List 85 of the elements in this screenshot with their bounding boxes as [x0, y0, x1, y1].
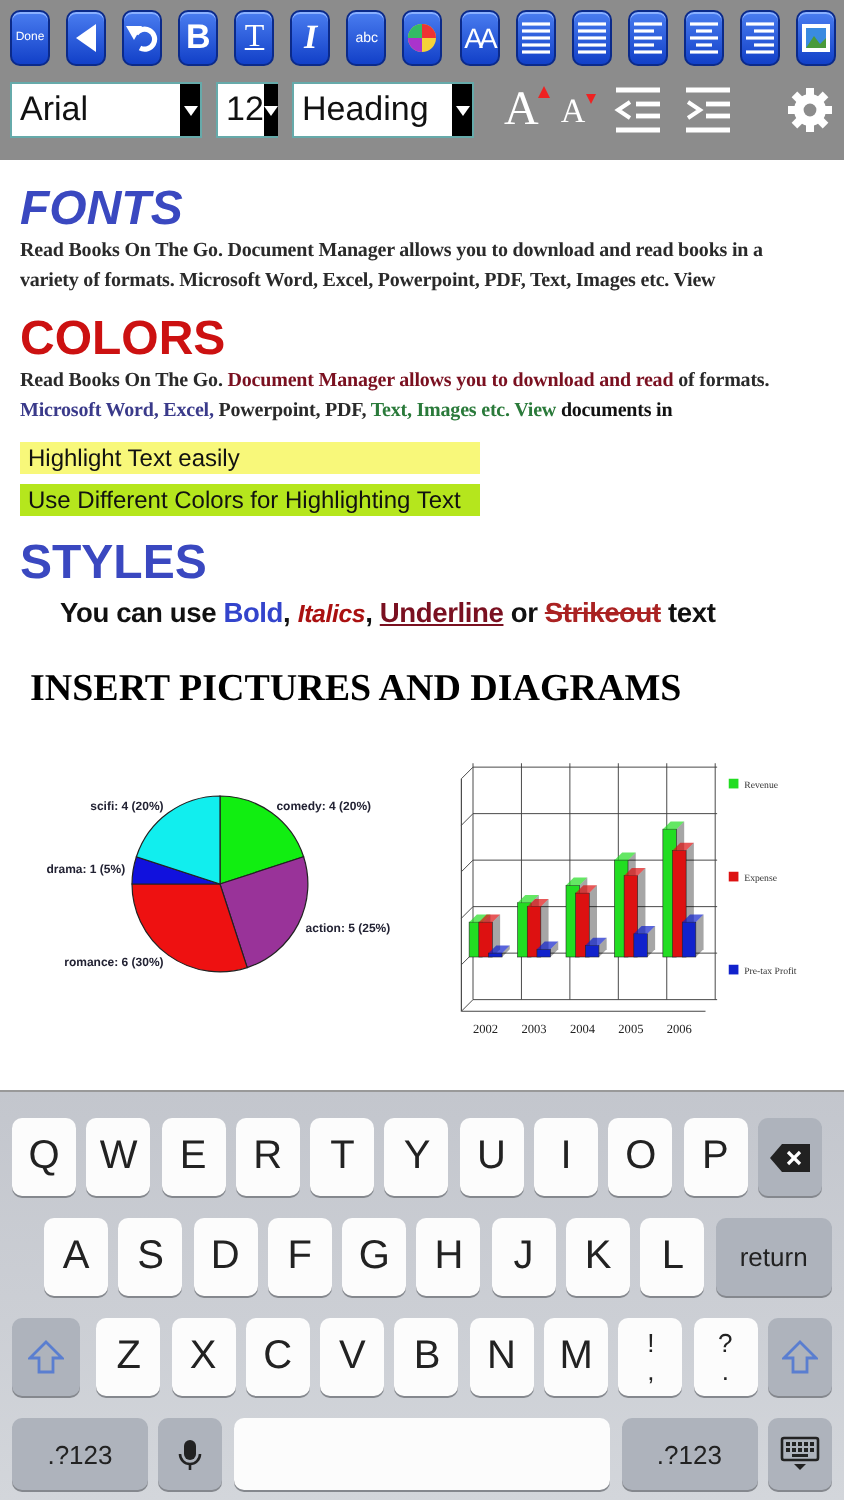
numbers-key[interactable]: .?123: [621, 1418, 758, 1490]
style-dropdown[interactable]: Heading: [292, 82, 474, 138]
section-heading: COLORS: [20, 312, 228, 366]
dropdown-arrow-icon: [263, 105, 278, 115]
align-right-button[interactable]: [739, 10, 780, 66]
dropdown-arrow-icon: [455, 105, 469, 115]
keyboard-key[interactable]: E: [161, 1118, 226, 1196]
keyboard-key[interactable]: P: [683, 1118, 748, 1196]
color-button[interactable]: [402, 10, 443, 66]
keyboard-key[interactable]: H: [416, 1218, 481, 1296]
bold-button[interactable]: B: [178, 10, 219, 66]
dropdown-arrow-icon: [183, 105, 197, 115]
backspace-key[interactable]: [757, 1118, 822, 1196]
keyboard-key[interactable]: I: [534, 1118, 599, 1196]
underline-button[interactable]: T: [234, 10, 275, 66]
section-heading: FONTS: [20, 182, 185, 236]
back-button[interactable]: [66, 10, 107, 66]
highlighted-text: Highlight Text easily: [20, 442, 480, 474]
align-right-icon: [743, 20, 776, 56]
align-left-icon: [631, 20, 664, 56]
keyboard-key[interactable]: Z: [96, 1318, 161, 1396]
numbered-list-icon: [575, 20, 608, 56]
keyboard-key[interactable]: R: [235, 1118, 300, 1196]
keyboard-key[interactable]: K: [566, 1218, 631, 1296]
keyboard-key[interactable]: F: [267, 1218, 332, 1296]
styled-sentence: You can use Bold, Italics, Underline or Strikeout text: [60, 598, 718, 628]
return-key[interactable]: return: [715, 1218, 832, 1296]
microphone-icon: [178, 1437, 203, 1471]
font-dropdown[interactable]: Arial: [10, 82, 202, 138]
keyboard-key[interactable]: V: [320, 1318, 385, 1396]
bulleted-list-icon: [519, 20, 552, 56]
keyboard-key[interactable]: Q: [12, 1118, 76, 1196]
keyboard-key[interactable]: T: [310, 1118, 375, 1196]
shift-icon: [28, 1340, 64, 1374]
shift-key[interactable]: [767, 1318, 832, 1396]
keyboard-key[interactable]: ? .: [693, 1318, 758, 1396]
keyboard-key[interactable]: J: [491, 1218, 556, 1296]
undo-button[interactable]: [122, 10, 163, 66]
settings-icon[interactable]: [788, 88, 832, 132]
keyboard-key[interactable]: G: [342, 1218, 407, 1296]
section-title: INSERT PICTURES AND DIAGRAMS: [30, 668, 684, 712]
dictation-key[interactable]: [158, 1418, 223, 1490]
keyboard-key[interactable]: U: [459, 1118, 524, 1196]
align-left-button[interactable]: [627, 10, 668, 66]
highlighted-text: Use Different Colors for Highlighting Text: [20, 484, 480, 516]
hide-keyboard-icon: [780, 1436, 820, 1472]
image-icon: [801, 24, 830, 52]
keyboard-key[interactable]: O: [608, 1118, 673, 1196]
keyboard-key[interactable]: M: [544, 1318, 609, 1396]
paragraph: Read Books On The Go. Document Manager allows you to download and read of formats. Microsoft Word, Excel, Powerpoint, PDF, Text, Images etc. View documents in: [20, 368, 772, 426]
numbered-list-button[interactable]: [571, 10, 612, 66]
palette-icon: [406, 22, 439, 54]
paragraph-style: Heading: [302, 90, 429, 130]
paragraph: Read Books On The Go. Document Manager allows you to download and read books in a variety of formats. Microsoft Word, Excel, Powerpoint, PDF, Text, Images etc. View: [20, 238, 765, 296]
triangle-up-icon: [538, 86, 551, 98]
outdent-icon[interactable]: [613, 86, 662, 134]
triangle-down-icon: [585, 93, 596, 103]
numbers-key[interactable]: .?123: [12, 1418, 148, 1490]
keyboard-key[interactable]: W: [86, 1118, 151, 1196]
shift-icon: [781, 1340, 818, 1374]
keyboard-key[interactable]: X: [171, 1318, 236, 1396]
keyboard-key[interactable]: ! ,: [618, 1318, 683, 1396]
keyboard-key[interactable]: B: [394, 1318, 459, 1396]
back-icon: [76, 24, 97, 52]
indent-icon[interactable]: [683, 86, 732, 134]
font-size-button[interactable]: AA: [459, 10, 499, 66]
font-name: Arial: [20, 90, 89, 130]
italic-button[interactable]: I: [290, 10, 331, 66]
hide-keyboard-key[interactable]: [768, 1418, 832, 1490]
keyboard-key[interactable]: D: [193, 1218, 258, 1296]
section-heading: STYLES: [20, 536, 209, 590]
bulleted-list-button[interactable]: [515, 10, 556, 66]
keyboard-key[interactable]: C: [245, 1318, 310, 1396]
undo-icon: [126, 24, 159, 52]
keyboard-key[interactable]: Y: [384, 1118, 449, 1196]
keyboard-key[interactable]: A: [44, 1218, 108, 1296]
backspace-icon: [767, 1141, 812, 1173]
keyboard-key[interactable]: S: [118, 1218, 183, 1296]
keyboard-key[interactable]: L: [640, 1218, 705, 1296]
font-size-value: 12: [226, 90, 264, 130]
insert-image-button[interactable]: [795, 10, 836, 66]
size-dropdown[interactable]: 12: [216, 82, 278, 138]
keyboard-key[interactable]: N: [469, 1318, 534, 1396]
align-center-icon: [687, 20, 720, 56]
align-center-button[interactable]: [683, 10, 724, 66]
